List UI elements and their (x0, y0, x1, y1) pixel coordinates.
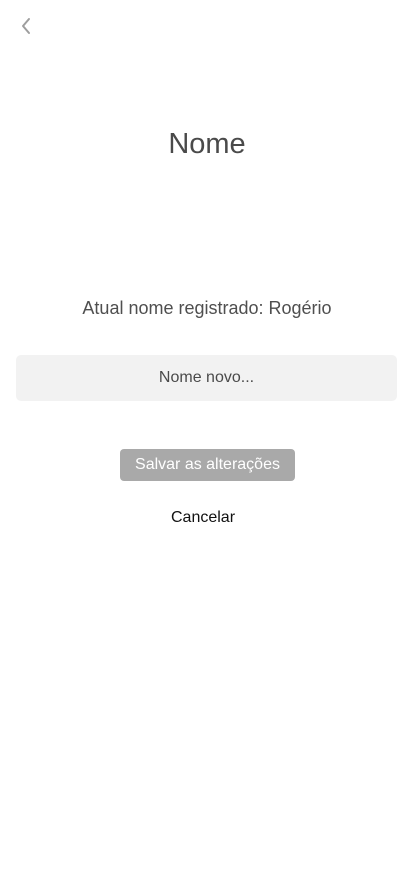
chevron-left-icon (20, 17, 32, 40)
save-button[interactable]: Salvar as alterações (120, 449, 295, 481)
new-name-input[interactable] (16, 355, 397, 401)
page-title: Nome (168, 128, 246, 160)
cancel-button[interactable]: Cancelar (0, 506, 406, 530)
current-name-text: Atual nome registrado: Rogério (82, 298, 332, 318)
back-button[interactable] (14, 16, 38, 40)
